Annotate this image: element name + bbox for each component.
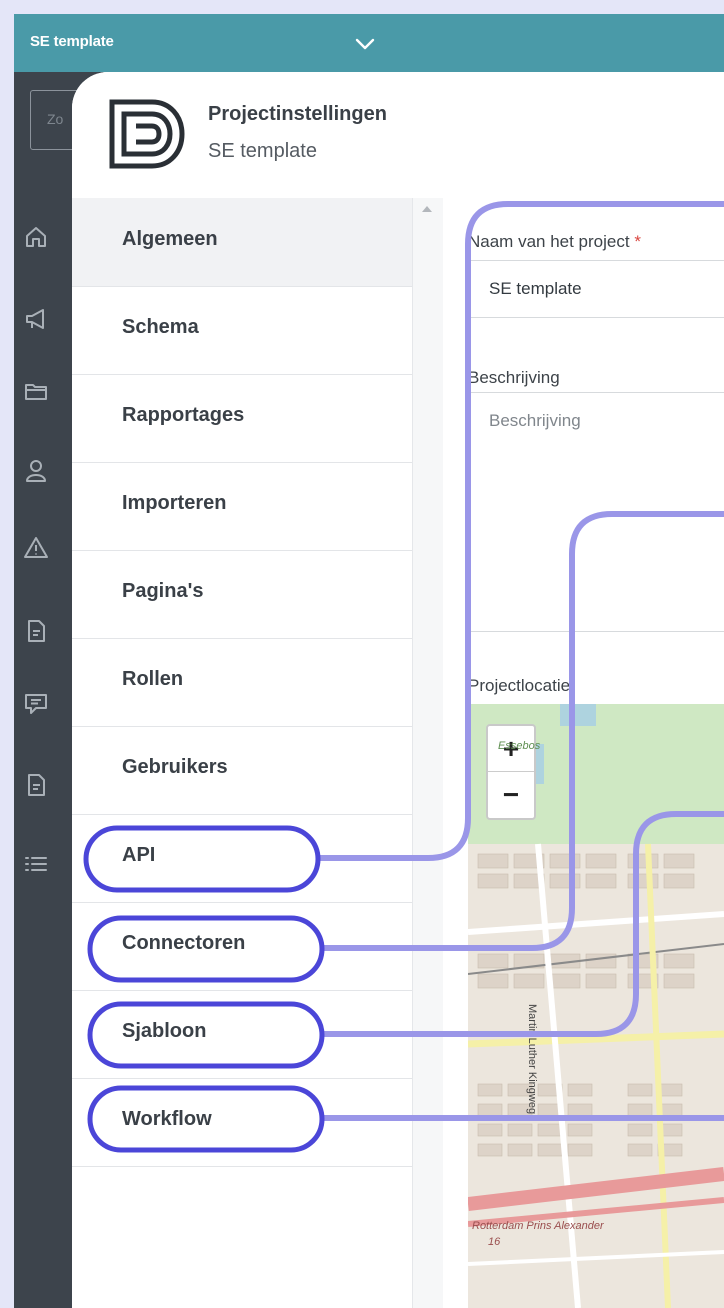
zoom-out-button[interactable]: −	[488, 772, 534, 817]
sidebar-item-gebruikers[interactable]: Gebruikers	[72, 726, 412, 815]
chevron-down-icon[interactable]	[353, 32, 377, 56]
project-location-label: Projectlocatie	[468, 676, 571, 695]
sidebar-item-label: Pagina's	[122, 580, 204, 602]
modal-title: Projectinstellingen	[208, 103, 387, 125]
description-label: Beschrijving	[468, 368, 560, 387]
settings-content: Naam van het project * SE template Besch…	[468, 198, 724, 1308]
sidebar-item-rollen[interactable]: Rollen	[72, 638, 412, 727]
search-placeholder: Zo	[47, 111, 64, 127]
description-field[interactable]: Beschrijving	[468, 392, 724, 632]
sidebar-item-label: Rollen	[122, 668, 184, 690]
project-switcher-label[interactable]: SE template	[30, 33, 114, 50]
map-label-station: Rotterdam Prins Alexander	[472, 1220, 604, 1232]
sidebar-item-rapportages[interactable]: Rapportages	[72, 374, 412, 463]
project-name-value: SE template	[489, 279, 582, 298]
list-icon[interactable]	[22, 850, 50, 878]
project-settings-modal: Projectinstellingen SE template Algemeen…	[72, 72, 724, 1308]
modal-header: Projectinstellingen SE template	[72, 72, 724, 198]
sidebar-item-label: Importeren	[122, 492, 227, 514]
sidebar-item-importeren[interactable]: Importeren	[72, 462, 412, 551]
document-icon[interactable]	[22, 617, 50, 645]
map-label-station-number: 16	[488, 1236, 501, 1248]
project-name-label-text: Naam van het project	[468, 232, 630, 251]
user-icon[interactable]	[22, 457, 50, 485]
sidebar-item-algemeen[interactable]: Algemeen	[72, 198, 412, 287]
sidebar-item-label: Rapportages	[122, 404, 245, 426]
file-icon[interactable]	[22, 771, 50, 799]
project-name-field[interactable]: SE template	[468, 260, 724, 318]
folder-icon[interactable]	[22, 377, 50, 405]
app-frame: SE template Zo Projectinstellingen SE te…	[14, 14, 724, 1308]
modal-subtitle: SE template	[208, 140, 317, 162]
sidebar-item-label: Schema	[122, 316, 199, 338]
map-zoom-control: + −	[486, 724, 536, 820]
top-bar: SE template	[14, 14, 724, 72]
chat-icon[interactable]	[22, 690, 50, 718]
sidebar-item-schema[interactable]: Schema	[72, 286, 412, 375]
megaphone-icon[interactable]	[22, 305, 50, 333]
sidebar-item-workflow[interactable]: Workflow	[72, 1078, 412, 1167]
sidebar-item-label: Workflow	[122, 1108, 212, 1130]
app-logo	[109, 99, 185, 169]
sidebar-item-label: Sjabloon	[122, 1020, 207, 1042]
home-icon[interactable]	[22, 223, 50, 251]
required-mark: *	[634, 232, 641, 251]
sidebar-item-label: Algemeen	[122, 228, 218, 250]
scroll-up-icon[interactable]	[422, 206, 432, 212]
sidebar-item-api[interactable]: API	[72, 814, 412, 903]
map-label-street: Martin Luther Kingweg	[526, 1004, 538, 1115]
sidebar-item-label: Gebruikers	[122, 756, 228, 778]
sidebar-item-label: Connectoren	[122, 932, 246, 954]
settings-sidebar: Algemeen Schema Rapportages Importeren P…	[72, 198, 413, 1308]
project-location-map[interactable]: + − Essebos Martin Luther Kingweg Rotter…	[468, 704, 724, 1308]
warning-icon[interactable]	[22, 534, 50, 562]
map-label-park: Essebos	[498, 740, 541, 752]
project-name-label: Naam van het project *	[468, 232, 641, 252]
sidebar-item-sjabloon[interactable]: Sjabloon	[72, 990, 412, 1079]
sidebar-item-connectoren[interactable]: Connectoren	[72, 902, 412, 991]
sidebar-scrollbar[interactable]	[413, 198, 443, 1308]
sidebar-item-label: API	[122, 844, 156, 866]
description-placeholder: Beschrijving	[489, 411, 581, 430]
sidebar-item-paginas[interactable]: Pagina's	[72, 550, 412, 639]
